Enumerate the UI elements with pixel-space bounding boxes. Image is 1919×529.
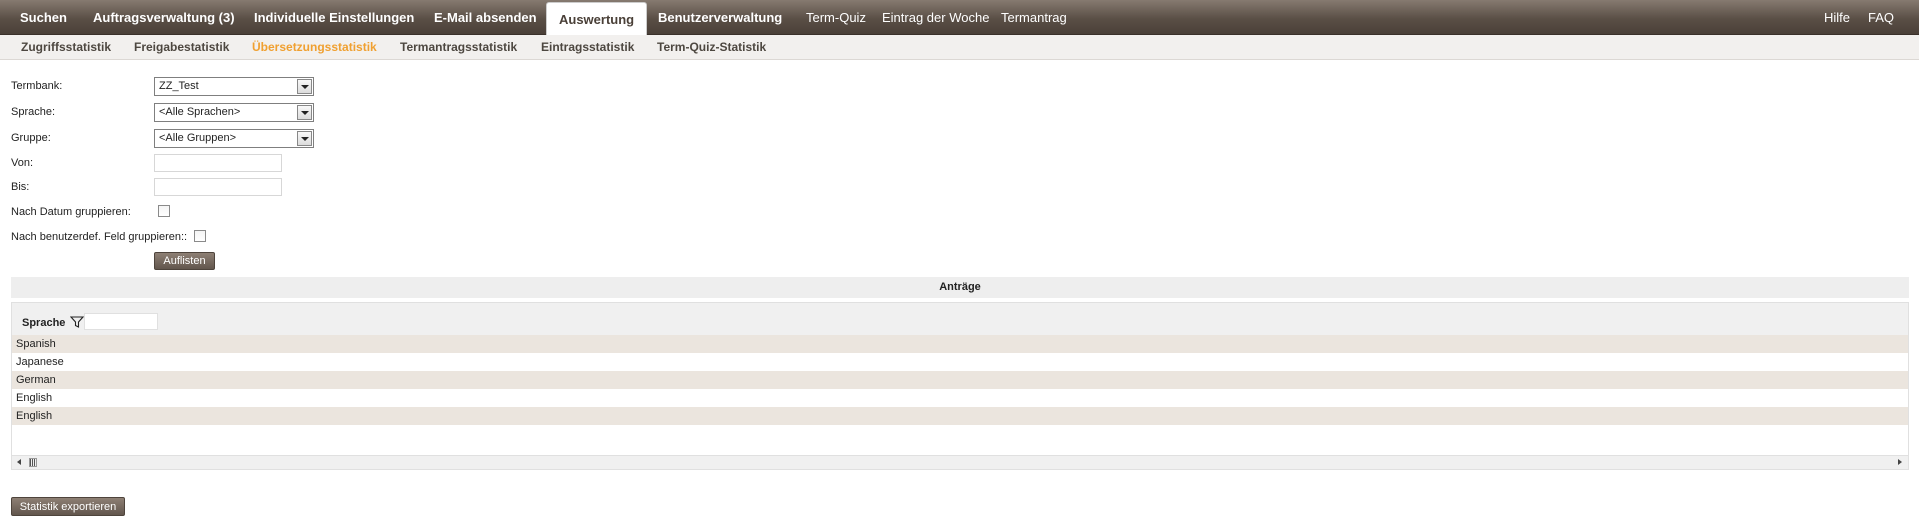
grid-header: Sprache: [12, 303, 1908, 335]
sprache-filter-input[interactable]: [84, 313, 158, 330]
scroll-thumb[interactable]: [29, 458, 37, 467]
sprache-select-value: <Alle Sprachen>: [159, 106, 241, 118]
nav-termantrag[interactable]: Termantrag: [1001, 0, 1067, 35]
scroll-left-icon[interactable]: [17, 459, 21, 465]
nav-eintrag-der-woche[interactable]: Eintrag der Woche: [882, 0, 989, 35]
auflisten-button[interactable]: Auflisten: [154, 252, 215, 270]
gruppe-select-value: <Alle Gruppen>: [159, 132, 237, 144]
results-grid: Sprache Spanish Japanese German English …: [11, 302, 1909, 470]
table-row[interactable]: English: [12, 407, 1908, 425]
sub-navigation: Zugriffsstatistik Freigabestatistik Über…: [0, 35, 1919, 60]
table-row[interactable]: Spanish: [12, 335, 1908, 353]
von-label: Von:: [11, 157, 34, 169]
chevron-down-icon[interactable]: [297, 105, 312, 120]
tab-termantragsstatistik[interactable]: Termantragsstatistik: [400, 35, 517, 60]
nav-term-quiz[interactable]: Term-Quiz: [806, 0, 866, 35]
nav-email-absenden[interactable]: E-Mail absenden: [434, 0, 537, 35]
feld-group-label: Nach benutzerdef. Feld gruppieren::: [11, 231, 188, 243]
nav-suchen[interactable]: Suchen: [20, 0, 67, 35]
von-date-input[interactable]: [154, 154, 282, 172]
bis-date-input[interactable]: [154, 178, 282, 196]
sprache-select[interactable]: <Alle Sprachen>: [154, 103, 314, 122]
tab-freigabestatistik[interactable]: Freigabestatistik: [134, 35, 229, 60]
nav-auftragsverwaltung[interactable]: Auftragsverwaltung (3): [93, 0, 235, 35]
nav-hilfe[interactable]: Hilfe: [1824, 0, 1850, 35]
tab-zugriffsstatistik[interactable]: Zugriffsstatistik: [21, 35, 111, 60]
nav-faq[interactable]: FAQ: [1868, 0, 1894, 35]
antraege-header: Anträge: [11, 277, 1909, 298]
chevron-down-icon[interactable]: [297, 131, 312, 146]
bis-label: Bis:: [11, 181, 30, 193]
horizontal-scrollbar[interactable]: [12, 455, 1908, 469]
chevron-down-icon[interactable]: [297, 79, 312, 94]
table-row[interactable]: German: [12, 371, 1908, 389]
termbank-select-value: ZZ_Test: [159, 80, 199, 92]
sprache-label: Sprache:: [11, 106, 56, 118]
export-statistik-button[interactable]: Statistik exportieren: [11, 497, 125, 516]
nav-individuelle-einstellungen[interactable]: Individuelle Einstellungen: [254, 0, 414, 35]
gruppe-label: Gruppe:: [11, 132, 51, 144]
nav-benutzerverwaltung[interactable]: Benutzerverwaltung: [658, 0, 782, 35]
column-header-sprache[interactable]: Sprache: [22, 317, 65, 329]
tab-term-quiz-statistik[interactable]: Term-Quiz-Statistik: [657, 35, 766, 60]
tab-eintragsstatistik[interactable]: Eintragsstatistik: [541, 35, 634, 60]
nav-auswertung[interactable]: Auswertung: [546, 2, 648, 37]
feld-group-checkbox[interactable]: [194, 230, 206, 242]
scroll-right-icon[interactable]: [1898, 459, 1902, 465]
table-row[interactable]: Japanese: [12, 353, 1908, 371]
termbank-label: Termbank:: [11, 80, 63, 92]
datum-group-checkbox[interactable]: [158, 205, 170, 217]
table-row[interactable]: English: [12, 389, 1908, 407]
main-navigation: Suchen Auftragsverwaltung (3) Individuel…: [0, 0, 1919, 37]
tab-uebersetzungsstatistik[interactable]: Übersetzungsstatistik: [252, 35, 377, 60]
gruppe-select[interactable]: <Alle Gruppen>: [154, 129, 314, 148]
termbank-select[interactable]: ZZ_Test: [154, 77, 314, 96]
filter-icon[interactable]: [70, 315, 84, 329]
datum-group-label: Nach Datum gruppieren:: [11, 206, 131, 218]
